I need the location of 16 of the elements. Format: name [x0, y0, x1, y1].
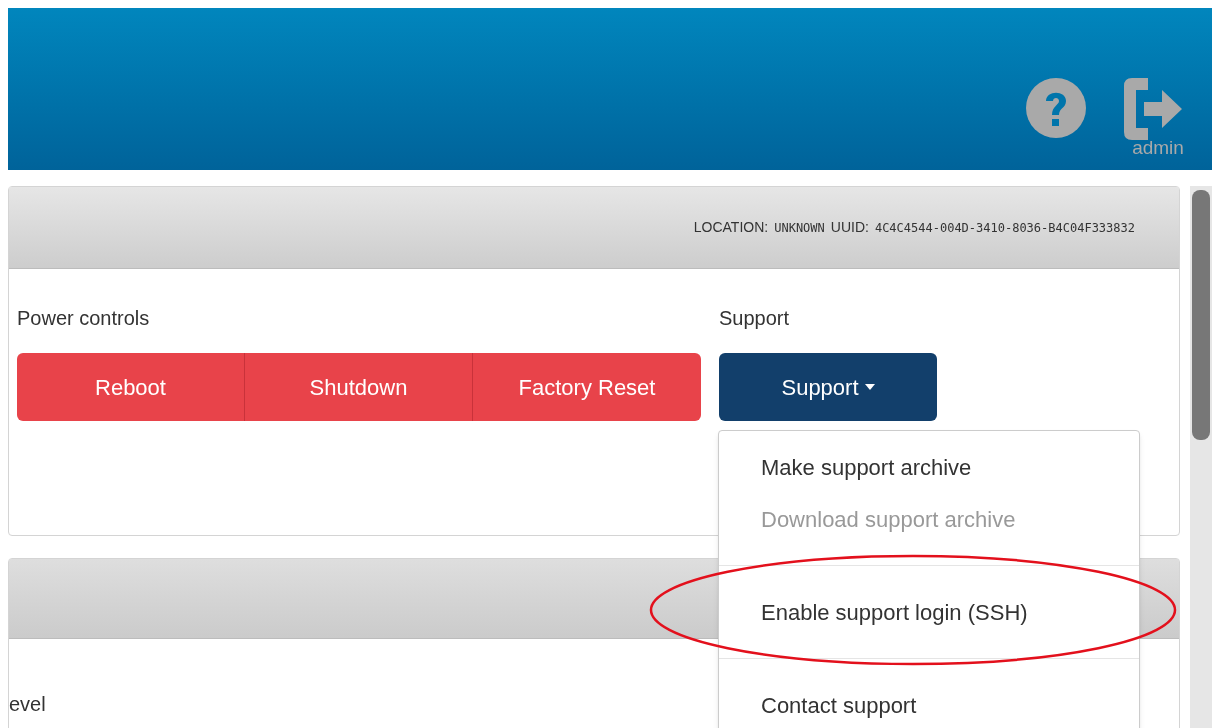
section-title: Power controls: [17, 306, 151, 331]
section-title: Support: [719, 306, 791, 331]
user-name: admin: [1132, 138, 1184, 157]
caret-icon: [864, 384, 875, 390]
setting-label: evel: [9, 693, 46, 715]
power-button[interactable]: Shutdown: [245, 353, 473, 421]
location-label: LOCATION:: [693, 218, 769, 237]
uuid-label: UUID:: [830, 218, 869, 237]
support-dropdown-button[interactable]: Support: [719, 353, 937, 421]
power-button[interactable]: Reboot: [17, 353, 245, 421]
help-icon[interactable]: [1026, 78, 1086, 138]
location-value: UNKNOWN: [774, 220, 825, 237]
power-button[interactable]: Factory Reset: [473, 353, 701, 421]
uuid-value: 4C4C4544-004D-3410-8036-B4C04F333832: [874, 220, 1135, 237]
menu-item[interactable]: Make support archive: [719, 441, 1139, 493]
menu-item[interactable]: Contact support: [719, 679, 1139, 728]
